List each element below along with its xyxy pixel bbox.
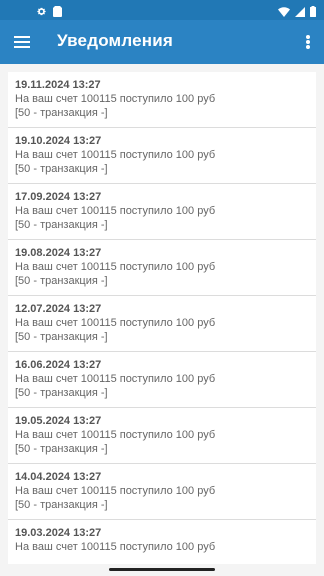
notification-item[interactable]: 19.11.2024 13:27 На ваш счет 100115 пост… bbox=[8, 72, 316, 128]
notification-item[interactable]: 14.04.2024 13:27 На ваш счет 100115 пост… bbox=[8, 464, 316, 520]
notification-note: [50 - транзакция -] bbox=[15, 499, 108, 511]
notification-item[interactable]: 17.09.2024 13:27 На ваш счет 100115 пост… bbox=[8, 184, 316, 240]
notification-date: 19.03.2024 13:27 bbox=[15, 527, 102, 539]
notification-text: На ваш счет 100115 поступило 100 руб bbox=[15, 373, 216, 385]
notification-item[interactable]: 16.06.2024 13:27 На ваш счет 100115 пост… bbox=[8, 352, 316, 408]
notification-text: На ваш счет 100115 поступило 100 руб bbox=[15, 485, 216, 497]
notification-date: 19.05.2024 13:27 bbox=[15, 415, 102, 427]
notification-note: [50 - транзакция -] bbox=[15, 107, 108, 119]
notification-note: [50 - транзакция -] bbox=[15, 443, 108, 455]
notification-text: На ваш счет 100115 поступило 100 руб bbox=[15, 205, 216, 217]
notifications-list[interactable]: 19.11.2024 13:27 На ваш счет 100115 пост… bbox=[8, 72, 316, 576]
notification-note: [50 - транзакция -] bbox=[15, 219, 108, 231]
notification-item[interactable]: 19.10.2024 13:27 На ваш счет 100115 пост… bbox=[8, 128, 316, 184]
notification-date: 12.07.2024 13:27 bbox=[15, 303, 102, 315]
notification-text: На ваш счет 100115 поступило 100 руб bbox=[15, 541, 216, 553]
notification-date: 19.08.2024 13:27 bbox=[15, 247, 102, 259]
status-bar bbox=[0, 0, 324, 20]
navigation-bar bbox=[0, 564, 324, 576]
notification-note: [50 - транзакция -] bbox=[15, 275, 108, 287]
notification-date: 17.09.2024 13:27 bbox=[15, 191, 102, 203]
notification-date: 16.06.2024 13:27 bbox=[15, 359, 102, 371]
notification-item[interactable]: 19.05.2024 13:27 На ваш счет 100115 пост… bbox=[8, 408, 316, 464]
notification-date: 19.11.2024 13:27 bbox=[15, 79, 101, 91]
app-bar: Уведомления bbox=[0, 20, 324, 64]
notification-item[interactable]: 12.07.2024 13:27 На ваш счет 100115 пост… bbox=[8, 296, 316, 352]
hamburger-menu-icon[interactable] bbox=[10, 30, 34, 54]
notification-note: [50 - транзакция -] bbox=[15, 331, 108, 343]
page-title: Уведомления bbox=[57, 31, 174, 50]
more-vert-icon[interactable] bbox=[300, 30, 316, 54]
notification-text: На ваш счет 100115 поступило 100 руб bbox=[15, 261, 216, 273]
notification-note: [50 - транзакция -] bbox=[15, 163, 108, 175]
notification-text: На ваш счет 100115 поступило 100 руб bbox=[15, 93, 216, 105]
notification-date: 14.04.2024 13:27 bbox=[15, 471, 102, 483]
notification-text: На ваш счет 100115 поступило 100 руб bbox=[15, 429, 216, 441]
notification-date: 19.10.2024 13:27 bbox=[15, 135, 102, 147]
notification-text: На ваш счет 100115 поступило 100 руб bbox=[15, 149, 216, 161]
gesture-handle[interactable] bbox=[109, 568, 215, 571]
notification-text: На ваш счет 100115 поступило 100 руб bbox=[15, 317, 216, 329]
notification-item[interactable]: 19.08.2024 13:27 На ваш счет 100115 пост… bbox=[8, 240, 316, 296]
notification-note: [50 - транзакция -] bbox=[15, 387, 108, 399]
